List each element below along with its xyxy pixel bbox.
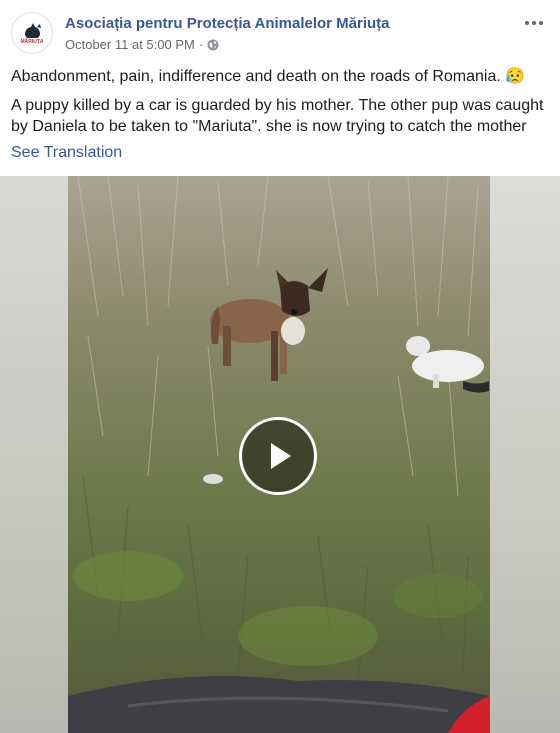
- more-dot-icon: [532, 21, 536, 25]
- page-avatar[interactable]: MĂRIUȚA: [11, 12, 53, 54]
- more-dot-icon: [525, 21, 529, 25]
- post-text-line-2: A puppy killed by a car is guarded by hi…: [11, 97, 544, 135]
- play-icon: [271, 443, 291, 469]
- more-dot-icon: [539, 21, 543, 25]
- svg-text:MĂRIUȚA: MĂRIUȚA: [20, 38, 43, 45]
- post-timestamp[interactable]: October 11 at 5:00 PM: [65, 37, 195, 52]
- post-header: MĂRIUȚA Asociația pentru Protecția Anima…: [0, 0, 560, 64]
- video-blur-left: [0, 176, 68, 733]
- post-meta: October 11 at 5:00 PM ·: [65, 37, 219, 52]
- globe-icon[interactable]: [207, 39, 219, 51]
- page-name-link[interactable]: Asociația pentru Protecția Animalelor Mă…: [65, 15, 390, 32]
- mariuta-logo-icon: MĂRIUȚA: [13, 14, 51, 52]
- post-text-line-1: Abandonment, pain, indifference and deat…: [11, 68, 526, 85]
- post-message: Abandonment, pain, indifference and deat…: [11, 66, 551, 145]
- meta-separator: ·: [198, 37, 204, 52]
- see-translation-link[interactable]: See Translation: [11, 144, 122, 162]
- more-options-button[interactable]: [522, 14, 546, 32]
- play-button[interactable]: [239, 417, 317, 495]
- video-player[interactable]: [0, 176, 560, 733]
- video-blur-right: [490, 176, 560, 733]
